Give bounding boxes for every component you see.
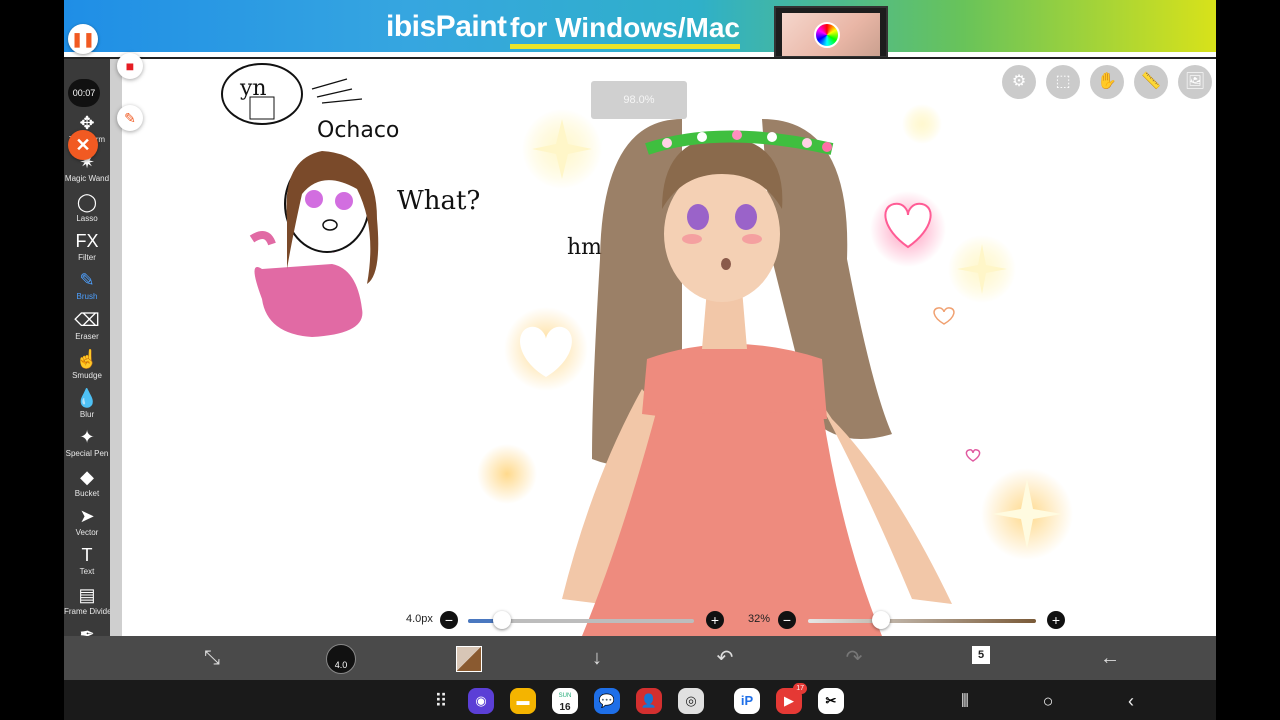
zoom-indicator: 98.0% [591,81,687,119]
tool-label: Frame Divider [64,606,110,616]
tool-label: Text [79,567,95,577]
color-wheel-icon [814,22,840,48]
promo-banner[interactable]: ibisPaint for Windows/Mac [64,0,1216,58]
eraser-icon: ⌫ [74,309,100,330]
undo-icon[interactable]: ↶ [709,642,741,674]
tool-label: Lasso [76,213,98,223]
sketch-character [249,151,379,337]
brush-size-label: 4.0px [406,613,433,625]
slider-bar: 4.0px − + 32% − + [122,607,1216,633]
calendar-day: 16 [559,702,571,713]
files-app-icon[interactable]: ▬ [510,688,536,714]
vector-icon: ➤ [79,506,95,526]
tool-blur[interactable]: 💧 Blur [64,386,110,425]
tool-label: Vector [75,528,99,537]
capcut-app-icon[interactable]: ✂ [818,688,844,714]
drawing-canvas[interactable]: yn Ochaco What? hm 98.0% ⚙ ⬚ ✋ 📏 🖼 4.0px… [122,59,1216,636]
brush-icon[interactable]: ✎ [117,105,143,131]
selection-icon[interactable]: ⬚ [1046,65,1080,99]
layer-count-icon[interactable]: 5 [972,646,990,664]
filter-icon: FX [75,230,99,251]
smudge-icon: ☝ [75,348,99,369]
system-navigation-bar: ⠿ ◉ ▬ SUN 16 💬 👤 ◎ iP ▶ 17 ✂ ⦀ ○ ‹ [64,680,1216,720]
reference-image-icon[interactable]: 🖼 [1178,65,1212,99]
youtube-badge: 17 [793,683,807,694]
redo-icon[interactable]: ↷ [838,642,870,674]
opacity-plus-button[interactable]: + [1047,611,1065,629]
opacity-minus-button[interactable]: − [778,611,796,629]
tool-vector[interactable]: ➤ Vector [64,504,110,543]
brush-size-slider-knob[interactable] [492,611,511,629]
ibispaint-app: ibisPaint for Windows/Mac ❚❚ 00:07 ✥Tran… [64,0,1216,720]
tool-label: Blur [79,410,95,420]
pause-icon[interactable]: ❚❚ [68,24,98,54]
download-icon[interactable]: ↓ [581,642,613,674]
tool-brush[interactable]: ✎ Brush [64,268,110,307]
tool-eraser[interactable]: ⌫ Eraser [64,308,110,347]
back-icon[interactable]: ‹ [1120,690,1142,712]
bottom-toolbar: ⤡ 4.0 ↓ ↶ ↷ 5 ← [64,636,1216,680]
tool-label: Brush [76,292,98,302]
app-drawer-icon[interactable]: ⠿ [430,690,452,712]
quick-tool-icon[interactable]: ⤡ [196,642,228,674]
lasso-icon: ◯ [76,191,98,212]
banner-brand: ibisPaint [386,10,507,43]
color-swatch[interactable] [456,646,482,672]
tool-label: Filter [78,252,96,262]
tool-label: Bucket [74,488,100,498]
ruler-icon[interactable]: 📏 [1134,65,1168,99]
messages-app-icon[interactable]: 💬 [594,688,620,714]
brush-size-plus-button[interactable]: + [706,611,724,629]
banner-subtitle: for Windows/Mac [510,12,740,49]
canvas-top-tools: ⚙ ⬚ ✋ 📏 🖼 [1002,65,1212,99]
tool-label: Eraser [75,331,99,341]
stop-record-icon[interactable]: ■ [117,53,143,79]
opacity-slider-track[interactable] [808,619,1036,623]
special-pen-icon: ✦ [79,427,95,448]
tool-bucket[interactable]: ◆ Bucket [64,465,110,504]
artwork: yn Ochaco What? hm [221,63,1073,636]
opacity-label: 32% [748,613,771,625]
hand-icon[interactable]: ✋ [1090,65,1124,99]
tool-label: Smudge [72,370,102,380]
tool-smudge[interactable]: ☝ Smudge [64,347,110,386]
tool-special-pen[interactable]: ✦ Special Pen [64,425,110,464]
recording-timer: 00:07 [68,79,100,107]
tool-label: Magic Wand [64,174,110,184]
banner-screenshot [774,6,888,58]
text-icon: T [81,545,93,566]
note-hm: hm [567,235,602,260]
opacity-slider-knob[interactable] [871,611,890,629]
back-arrow-icon[interactable]: ← [1094,642,1126,674]
tool-frame-divider[interactable]: ▤ Frame Divider [64,583,110,622]
bucket-icon: ◆ [80,466,94,487]
settings-toggle-icon[interactable]: ⚙ [1002,65,1036,99]
note-ochaco: Ochaco [317,118,399,143]
brush-icon: ✎ [79,270,95,291]
calendar-weekday: SUN [558,693,572,699]
close-icon[interactable]: ✕ [68,130,98,160]
tool-filter[interactable]: FX Filter [64,229,110,268]
note-what: What? [397,186,480,216]
recent-apps-icon[interactable]: ⦀ [954,690,976,712]
calendar-app-icon[interactable]: SUN 16 [552,688,578,714]
home-icon[interactable]: ○ [1037,690,1059,712]
side-strip [110,59,122,636]
contacts-app-icon[interactable]: 👤 [636,688,662,714]
tool-lasso[interactable]: ◯ Lasso [64,190,110,229]
tool-text[interactable]: T Text [64,543,110,582]
tool-label: Special Pen [65,449,109,459]
camera-app-icon[interactable]: ◎ [678,688,704,714]
ibispaint-app-icon[interactable]: iP [734,688,760,714]
brush-size-badge[interactable]: 4.0 [326,644,356,674]
frame-divider-icon: ▤ [78,584,96,605]
blur-icon: 💧 [75,388,99,409]
brush-size-minus-button[interactable]: − [440,611,458,629]
youtube-app-icon[interactable]: ▶ 17 [776,683,807,714]
browser-app-icon[interactable]: ◉ [468,688,494,714]
